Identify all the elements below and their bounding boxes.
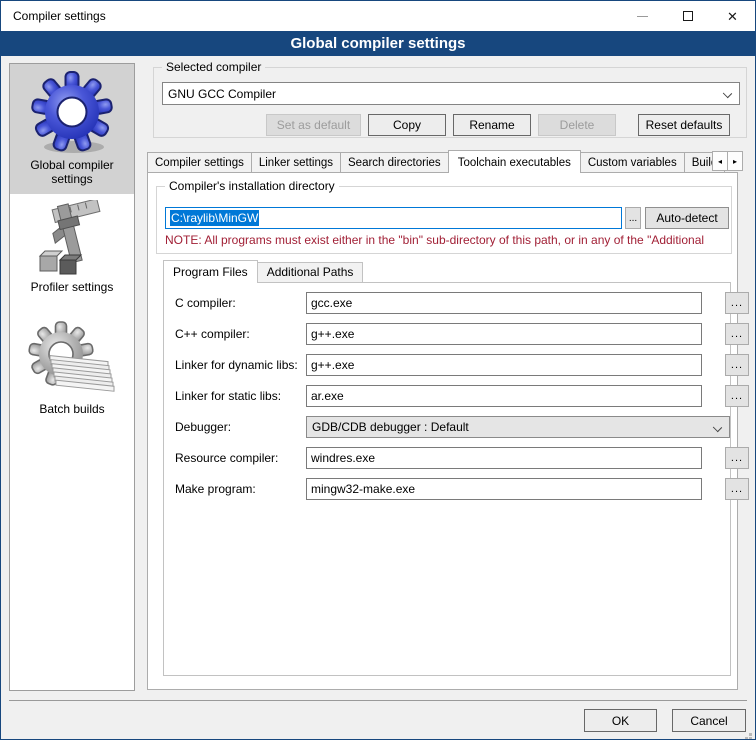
resize-grip[interactable]	[749, 733, 752, 736]
copy-button[interactable]: Copy	[368, 114, 446, 136]
installation-directory-browse-button[interactable]: ...	[625, 207, 641, 229]
linker-dynamic-browse-button[interactable]: ...	[725, 354, 749, 376]
page-title: Global compiler settings	[1, 31, 755, 56]
sidebar-item-label: Batch builds	[12, 402, 132, 416]
cpp-compiler-input[interactable]: g++.exe	[306, 323, 702, 345]
program-files-page: C compiler: gcc.exe ... C++ compiler: g+…	[163, 282, 731, 676]
bin-subdirectory-note: NOTE: All programs must exist either in …	[165, 233, 725, 247]
c-compiler-input[interactable]: gcc.exe	[306, 292, 702, 314]
resource-compiler-browse-button[interactable]: ...	[725, 447, 749, 469]
tab-scroll-right-button[interactable]: ▸	[727, 151, 743, 171]
linker-dynamic-label: Linker for dynamic libs:	[175, 358, 298, 372]
compiler-select-value: GNU GCC Compiler	[168, 87, 276, 101]
resource-compiler-input[interactable]: windres.exe	[306, 447, 702, 469]
set-as-default-button[interactable]: Set as default	[266, 114, 361, 136]
c-compiler-label: C compiler:	[175, 296, 236, 310]
compiler-select[interactable]: GNU GCC Compiler	[162, 82, 740, 105]
maximize-icon	[683, 11, 693, 21]
installation-directory-selected-text: C:\raylib\MinGW	[170, 210, 259, 226]
installation-directory-group-label: Compiler's installation directory	[165, 179, 339, 193]
tab-linker-settings[interactable]: Linker settings	[251, 152, 341, 173]
linker-static-browse-button[interactable]: ...	[725, 385, 749, 407]
selected-compiler-group-label: Selected compiler	[162, 60, 265, 74]
sidebar-item-label: Profiler settings	[12, 280, 132, 294]
blue-gear-icon	[12, 70, 132, 158]
delete-button[interactable]: Delete	[538, 114, 616, 136]
close-button[interactable]: ✕	[710, 1, 755, 31]
make-program-input[interactable]: mingw32-make.exe	[306, 478, 702, 500]
debugger-select[interactable]: GDB/CDB debugger : Default	[306, 416, 730, 438]
c-compiler-value: gcc.exe	[311, 296, 352, 310]
compiler-settings-dialog: Compiler settings ✕ Global compiler sett…	[0, 0, 756, 740]
ok-button[interactable]: OK	[584, 709, 657, 732]
footer-divider	[9, 700, 747, 701]
maximize-button[interactable]	[665, 1, 710, 31]
c-compiler-browse-button[interactable]: ...	[725, 292, 749, 314]
linker-static-value: ar.exe	[311, 389, 344, 403]
linker-static-input[interactable]: ar.exe	[306, 385, 702, 407]
tab-additional-paths[interactable]: Additional Paths	[257, 262, 364, 282]
resource-compiler-label: Resource compiler:	[175, 451, 278, 465]
tab-scroll-left-button[interactable]: ◂	[712, 151, 728, 171]
title-bar[interactable]: Compiler settings ✕	[1, 1, 755, 31]
dialog-client-area: Global compiler settings	[1, 56, 755, 739]
tab-compiler-settings[interactable]: Compiler settings	[147, 152, 252, 173]
make-program-browse-button[interactable]: ...	[725, 478, 749, 500]
installation-directory-group: Compiler's installation directory C:\ray…	[156, 186, 732, 254]
settings-category-list: Global compiler settings	[9, 63, 135, 691]
selected-compiler-group: Selected compiler GNU GCC Compiler Set a…	[153, 67, 747, 138]
close-icon: ✕	[727, 10, 738, 23]
tab-program-files[interactable]: Program Files	[163, 260, 258, 283]
linker-static-label: Linker for static libs:	[175, 389, 281, 403]
compiler-settings-tabbar: Compiler settings Linker settings Search…	[147, 150, 739, 173]
installation-directory-input[interactable]: C:\raylib\MinGW	[165, 207, 622, 229]
auto-detect-button[interactable]: Auto-detect	[645, 207, 729, 229]
minimize-button[interactable]	[620, 1, 665, 31]
sidebar-item-batch-builds[interactable]: Batch builds	[10, 314, 134, 424]
arrow-right-icon: ▸	[733, 157, 737, 166]
sidebar-item-profiler-settings[interactable]: Profiler settings	[10, 194, 134, 302]
rename-button[interactable]: Rename	[453, 114, 531, 136]
gray-gear-stack-icon	[12, 320, 132, 402]
make-program-value: mingw32-make.exe	[311, 482, 415, 496]
window-title: Compiler settings	[13, 9, 106, 23]
make-program-label: Make program:	[175, 482, 256, 496]
debugger-select-value: GDB/CDB debugger : Default	[312, 420, 469, 434]
arrow-left-icon: ◂	[718, 157, 722, 166]
sidebar-item-label: Global compiler settings	[12, 158, 132, 186]
linker-dynamic-value: g++.exe	[311, 358, 354, 372]
sidebar-spacer	[10, 302, 134, 314]
toolchain-executables-page: Compiler's installation directory C:\ray…	[147, 172, 738, 690]
cpp-compiler-value: g++.exe	[311, 327, 354, 341]
minimize-icon	[637, 16, 648, 17]
sidebar-item-global-compiler-settings[interactable]: Global compiler settings	[10, 64, 134, 194]
cpp-compiler-browse-button[interactable]: ...	[725, 323, 749, 345]
chevron-down-icon	[723, 89, 732, 98]
tab-toolchain-executables[interactable]: Toolchain executables	[448, 150, 581, 173]
tab-search-directories[interactable]: Search directories	[340, 152, 449, 173]
caliper-icon	[12, 200, 132, 280]
program-files-tabbar: Program Files Additional Paths	[163, 260, 362, 282]
linker-dynamic-input[interactable]: g++.exe	[306, 354, 702, 376]
tab-custom-variables[interactable]: Custom variables	[580, 152, 685, 173]
cpp-compiler-label: C++ compiler:	[175, 327, 250, 341]
cancel-button[interactable]: Cancel	[672, 709, 746, 732]
reset-defaults-button[interactable]: Reset defaults	[638, 114, 730, 136]
chevron-down-icon	[713, 423, 722, 432]
resource-compiler-value: windres.exe	[311, 451, 375, 465]
debugger-label: Debugger:	[175, 420, 231, 434]
